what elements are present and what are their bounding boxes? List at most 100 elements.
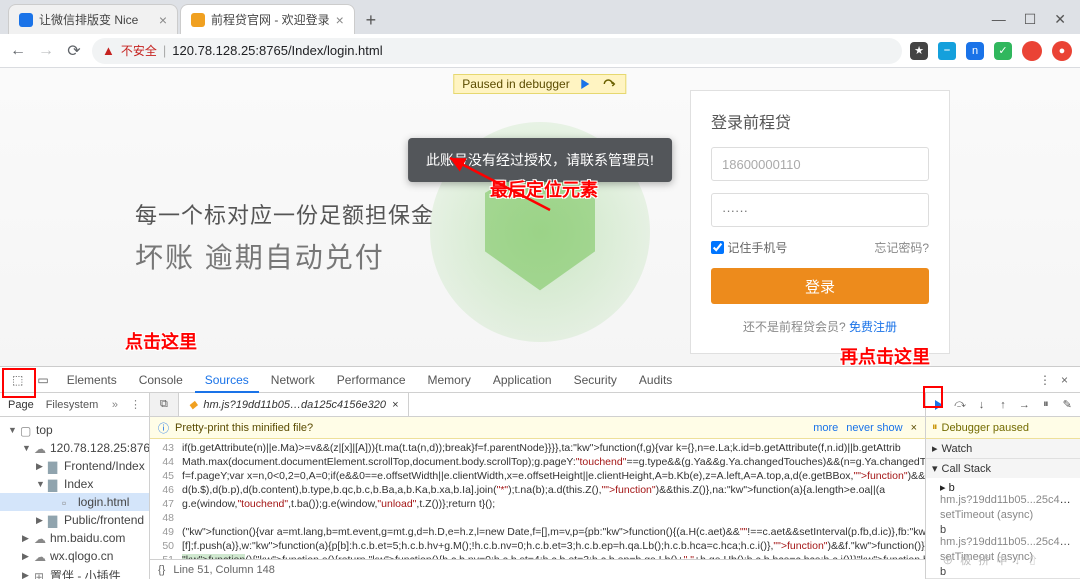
cursor-position: Line 51, Column 148 xyxy=(173,564,275,576)
devtools-tab-audits[interactable]: Audits xyxy=(629,368,682,392)
file-tab-label: hm.js?19dd11b05…da125c4156e320 xyxy=(203,399,386,411)
inspect-icon[interactable]: ⬚ xyxy=(6,368,29,392)
ime-indicator: ⊕ 极 拼 中 ↓ ⇧ xyxy=(942,552,1040,568)
slogan: 每一个标对应一份足额担保金 坏账 逾期自动兑付 xyxy=(135,198,434,276)
password-input[interactable] xyxy=(711,193,929,227)
dbg-toolbar-icon[interactable]: ⤼ xyxy=(953,398,966,412)
dbg-toolbar-icon[interactable]: → xyxy=(1018,398,1031,412)
browser-tab-0[interactable]: 让微信排版变 Nice × xyxy=(8,4,178,34)
stack-frame[interactable]: bhm.js?19dd11b05...25c4156e320: xyxy=(940,523,1074,549)
code-area[interactable]: 4344454647484950515253545556 if(b.getAtt… xyxy=(150,439,925,559)
step-icon[interactable] xyxy=(602,77,618,91)
devtools-tab-elements[interactable]: Elements xyxy=(57,368,127,392)
never-show-link[interactable]: never show xyxy=(846,422,902,434)
paused-in-debugger-badge: Paused in debugger xyxy=(453,74,626,94)
profile-avatar[interactable]: ● xyxy=(1052,41,1072,61)
forward-button[interactable]: → xyxy=(36,41,56,61)
favicon-icon xyxy=(191,13,205,27)
callstack-header[interactable]: ▾Call Stack xyxy=(926,459,1080,478)
login-title: 登录前程贷 xyxy=(711,109,929,133)
paused-label: Paused in debugger xyxy=(462,77,569,91)
watch-label: Watch xyxy=(942,443,973,455)
extension-icon[interactable]: ⎯ xyxy=(938,42,956,60)
devtools-tab-security[interactable]: Security xyxy=(564,368,627,392)
devtools-tab-memory[interactable]: Memory xyxy=(418,368,481,392)
dbg-toolbar-icon[interactable] xyxy=(932,398,945,412)
extension-icon[interactable]: ✓ xyxy=(994,42,1012,60)
tree-item[interactable]: ▼▇Index xyxy=(0,475,149,493)
close-icon[interactable]: × xyxy=(336,12,344,28)
devtools-tab-sources[interactable]: Sources xyxy=(195,368,259,392)
register-text: 还不是前程贷会员? xyxy=(743,320,849,334)
register-link[interactable]: 免费注册 xyxy=(849,320,897,334)
device-icon[interactable]: ▭ xyxy=(31,368,54,392)
resume-icon[interactable] xyxy=(578,77,594,91)
snippets-icon: ⧉ xyxy=(160,398,168,411)
dbg-toolbar-icon[interactable]: ↓ xyxy=(975,398,988,412)
file-tabs: ⧉ ◆ hm.js?19dd11b05…da125c4156e320 × xyxy=(150,393,925,417)
chevron-right-icon: ▸ xyxy=(932,442,938,455)
format-icon[interactable]: {} xyxy=(158,564,165,576)
devtools-tab-performance[interactable]: Performance xyxy=(327,368,416,392)
paused-text: Debugger paused xyxy=(942,422,1029,434)
close-icon[interactable]: × xyxy=(159,12,167,28)
minimize-icon[interactable]: — xyxy=(992,11,1006,28)
insecure-icon: ▲ xyxy=(102,43,115,58)
file-tab-active[interactable]: ◆ hm.js?19dd11b05…da125c4156e320 × xyxy=(179,393,410,416)
close-window-icon[interactable]: ✕ xyxy=(1054,11,1066,28)
more-link[interactable]: more xyxy=(813,422,838,434)
phone-input[interactable] xyxy=(711,147,929,181)
login-button[interactable]: 登录 xyxy=(711,268,929,304)
insecure-label: 不安全 xyxy=(121,42,157,59)
stack-frame[interactable]: ▸ bhm.js?19dd11b05...25c4156e320: xyxy=(940,480,1074,507)
extension-icon[interactable]: ★ xyxy=(910,42,928,60)
tree-item[interactable]: ▶▇Frontend/Index xyxy=(0,457,149,475)
dbg-toolbar-icon[interactable]: ↑ xyxy=(996,398,1009,412)
dbg-toolbar-icon[interactable]: ✎ xyxy=(1061,398,1074,412)
settings-icon[interactable]: ⋮ xyxy=(1039,373,1051,387)
maximize-icon[interactable]: ☐ xyxy=(1024,11,1037,28)
url-field[interactable]: ▲ 不安全 | 120.78.128.25:8765/Index/login.h… xyxy=(92,38,902,64)
devtools-settings: ⋮ × xyxy=(1039,373,1074,387)
close-icon[interactable]: × xyxy=(911,422,917,434)
devtools-tab-application[interactable]: Application xyxy=(483,368,562,392)
more-icon[interactable]: » xyxy=(112,399,118,411)
watch-header[interactable]: ▸ Watch xyxy=(926,439,1080,458)
tree-item[interactable]: ▶☁wx.qlogo.cn xyxy=(0,547,149,565)
debugger-paused-banner: ⏸ Debugger paused xyxy=(926,417,1080,439)
new-tab-button[interactable]: + xyxy=(357,6,385,34)
pretty-print-bar: ⓘ Pretty-print this minified file? more … xyxy=(150,417,925,439)
remember-label: 记住手机号 xyxy=(727,241,787,255)
tree-item[interactable]: ▼☁120.78.128.25:8765 xyxy=(0,439,149,457)
login-panel: 登录前程贷 记住手机号 忘记密码? 登录 还不是前程贷会员? 免费注册 xyxy=(690,90,950,354)
tree-item[interactable]: ▶☁hm.baidu.com xyxy=(0,529,149,547)
tree-item[interactable]: ▼▢top xyxy=(0,421,149,439)
devtools: ⬚ ▭ ElementsConsoleSourcesNetworkPerform… xyxy=(0,366,1080,579)
sources-sidebar: Page Filesystem » ⋮ ▼▢top▼☁120.78.128.25… xyxy=(0,393,150,579)
url-text: 120.78.128.25:8765/Index/login.html xyxy=(172,43,382,58)
browser-tab-1[interactable]: 前程贷官网 - 欢迎登录 × xyxy=(180,4,355,34)
reload-button[interactable]: ⟳ xyxy=(64,41,84,61)
extension-icon[interactable]: n xyxy=(966,42,984,60)
menu-icon[interactable]: ⋮ xyxy=(130,398,141,411)
close-devtools-icon[interactable]: × xyxy=(1061,373,1068,387)
close-icon[interactable]: × xyxy=(392,399,398,411)
subtab-page[interactable]: Page xyxy=(8,399,34,411)
tree-item[interactable]: ▫login.html xyxy=(0,493,149,511)
profile-icon[interactable] xyxy=(1022,41,1042,61)
tree-item[interactable]: ▶▇Public/frontend xyxy=(0,511,149,529)
back-button[interactable]: ← xyxy=(8,41,28,61)
pause-icon: ⏸ xyxy=(932,421,938,434)
devtools-tabs: ⬚ ▭ ElementsConsoleSourcesNetworkPerform… xyxy=(0,367,1080,393)
forgot-link[interactable]: 忘记密码? xyxy=(874,239,929,256)
tree-item[interactable]: ▶⊞置伴 - 小插件 xyxy=(0,565,149,579)
remember-checkbox[interactable]: 记住手机号 xyxy=(711,239,787,256)
dbg-toolbar-icon[interactable]: ⏸ xyxy=(1039,398,1052,412)
favicon-icon xyxy=(19,13,33,27)
snippets-tab[interactable]: ⧉ xyxy=(150,393,179,416)
stack-frame[interactable]: setTimeout (async) xyxy=(940,507,1074,523)
devtools-tab-network[interactable]: Network xyxy=(261,368,325,392)
subtab-filesystem[interactable]: Filesystem xyxy=(46,399,99,411)
devtools-tab-console[interactable]: Console xyxy=(129,368,193,392)
address-bar: ← → ⟳ ▲ 不安全 | 120.78.128.25:8765/Index/l… xyxy=(0,34,1080,68)
